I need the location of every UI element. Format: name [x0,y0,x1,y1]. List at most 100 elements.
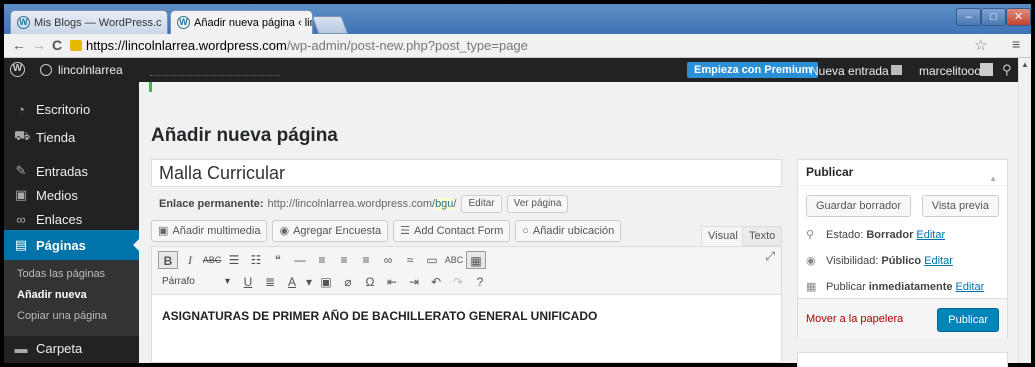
numbered-list-icon[interactable]: ☷ [246,251,266,269]
editor-content[interactable]: ASIGNATURAS DE PRIMER AÑO DE BACHILLERAT… [162,309,597,323]
bullet-list-icon[interactable]: ☰ [224,251,244,269]
cart-icon: ⛟ [14,128,31,143]
editor-toolbar: B I ABC ☰ ☷ “ — ≡ ≡ ≡ ∞ ≈ ▭ ABC ▦ Párraf… [152,247,781,295]
new-tab-button[interactable] [311,16,349,34]
insert-link-icon[interactable]: ∞ [378,251,398,269]
edit-visibility-link[interactable]: Editar [924,255,953,267]
sidebar-item-paginas[interactable]: ▤ Páginas [4,230,140,260]
tab-mis-blogs[interactable]: W Mis Blogs — WordPress.c × [10,10,168,34]
format-select-value: Párrafo [162,276,195,287]
scroll-up-icon[interactable]: ▲ [1021,60,1029,69]
submenu-todas-paginas[interactable]: Todas las páginas [17,268,105,280]
permalink-label: Enlace permanente: [159,198,264,210]
back-button[interactable]: ← [12,37,26,53]
wordpress-logo-icon[interactable]: W [10,62,25,77]
tab-label: Mis Blogs — WordPress.c [34,16,162,29]
add-location-button[interactable]: ○ Añadir ubicación [515,220,622,242]
special-character-icon[interactable]: Ω [360,273,380,291]
save-draft-button[interactable]: Guardar borrador [806,195,911,217]
notifications-icon[interactable] [891,65,902,75]
bookmark-star-icon[interactable]: ☆ [974,36,987,54]
align-center-icon[interactable]: ≡ [334,251,354,269]
site-name-link[interactable]: lincolnlarrea [40,63,123,77]
tab-text[interactable]: Texto [742,226,783,246]
add-contact-form-button[interactable]: ☰ Add Contact Form [393,220,511,242]
undo-icon[interactable]: ↶ [426,273,446,291]
toolbar-toggle-icon[interactable]: ▦ [466,251,486,269]
submenu-anadir-nueva[interactable]: Añadir nueva [17,289,87,301]
tab-visual[interactable]: Visual [701,226,745,246]
add-media-button[interactable]: ▣ Añadir multimedia [151,220,268,242]
horizontal-line-icon[interactable]: — [290,251,310,269]
avatar[interactable] [980,63,993,76]
minimize-button[interactable]: – [956,8,981,26]
forward-button[interactable]: → [32,37,46,53]
strikethrough-button[interactable]: ABC [202,251,222,269]
permalink-end: / [453,198,457,210]
align-right-icon[interactable]: ≡ [356,251,376,269]
permalink-slug[interactable]: bgu [435,198,454,210]
justify-icon[interactable]: ≣ [260,273,280,291]
permalink-row: Enlace permanente: http://lincolnlarrea.… [159,195,569,213]
text-color-icon[interactable]: A [282,273,302,291]
site-name-label: lincolnlarrea [58,63,123,77]
publish-heading[interactable]: Publicar ▲ [798,160,1007,186]
user-menu[interactable]: marcelitooo [919,64,981,78]
close-window-button[interactable]: ✕ [1006,8,1031,26]
search-icon[interactable]: ⚲ [1002,62,1012,78]
url-field[interactable]: https://lincolnlarrea.wordpress.com/wp-a… [70,36,990,56]
maximize-button[interactable]: □ [981,8,1006,26]
preview-button[interactable]: Vista previa [921,195,999,217]
format-select[interactable]: Párrafo ▾ [158,273,234,291]
post-title-input[interactable]: Malla Curricular [151,159,782,187]
browser-tab-bar: W Mis Blogs — WordPress.c × W Añadir nue… [4,4,1031,34]
add-poll-button[interactable]: ◉ Agregar Encuesta [272,220,389,242]
blockquote-icon[interactable]: “ [268,251,288,269]
edit-permalink-button[interactable]: Editar [461,195,502,213]
new-entry-link[interactable]: Nueva entrada [810,64,889,78]
tab-anadir-pagina[interactable]: W Añadir nueva página ‹ linc × [170,10,313,34]
clear-formatting-icon[interactable]: ⌀ [338,273,358,291]
publish-box: Publicar ▲ Guardar borrador Vista previa… [797,159,1008,339]
edit-schedule-link[interactable]: Editar [956,281,985,293]
page-scrollbar[interactable]: ▲ [1018,58,1031,363]
publish-button[interactable]: Publicar [937,308,999,332]
divider [150,75,280,76]
publish-heading-label: Publicar [806,165,854,179]
submenu-copiar-pagina[interactable]: Copiar una página [17,310,107,322]
indent-icon[interactable]: ⇥ [404,273,424,291]
content-editor[interactable]: B I ABC ☰ ☷ “ — ≡ ≡ ≡ ∞ ≈ ▭ ABC ▦ Párraf… [151,246,782,363]
sidebar-item-tienda[interactable]: ⛟ Tienda [4,122,139,152]
move-to-trash-link[interactable]: Mover a la papelera [806,313,903,325]
chevron-down-icon[interactable]: ▾ [304,273,314,291]
reload-button[interactable]: C [52,37,62,53]
spellcheck-icon[interactable]: ABC [444,251,464,269]
collapse-icon[interactable]: ▲ [989,166,997,191]
align-left-icon[interactable]: ≡ [312,251,332,269]
link-icon: ∞ [16,211,26,227]
wordpress-icon: W [17,16,30,29]
sidebar-item-carpeta[interactable]: ▬ Carpeta [4,333,139,363]
underline-button[interactable]: U [238,273,258,291]
view-page-button[interactable]: Ver página [506,195,569,213]
fullscreen-icon[interactable]: ⤢ [765,249,775,264]
browser-menu-icon[interactable]: ≡ [1012,36,1020,52]
edit-status-link[interactable]: Editar [916,229,945,241]
paste-text-icon[interactable]: ▣ [316,273,336,291]
bold-button[interactable]: B [158,251,178,269]
sidebar-item-escritorio[interactable]: ◔ Escritorio [4,94,139,124]
sidebar-item-label: Escritorio [36,101,91,117]
poll-icon: ◉ [279,225,290,237]
form-icon: ☰ [400,225,410,237]
italic-button[interactable]: I [180,251,200,269]
address-bar: ← → C https://lincolnlarrea.wordpress.co… [4,34,1031,58]
redo-icon[interactable]: ↷ [448,273,468,291]
help-icon[interactable]: ? [470,273,490,291]
button-label: Agregar Encuesta [293,225,382,237]
outdent-icon[interactable]: ⇤ [382,273,402,291]
premium-button[interactable]: Empieza con Premium [687,62,819,78]
lock-icon [70,40,82,51]
unlink-icon[interactable]: ≈ [400,251,420,269]
next-metabox [797,352,1008,367]
read-more-icon[interactable]: ▭ [422,251,442,269]
